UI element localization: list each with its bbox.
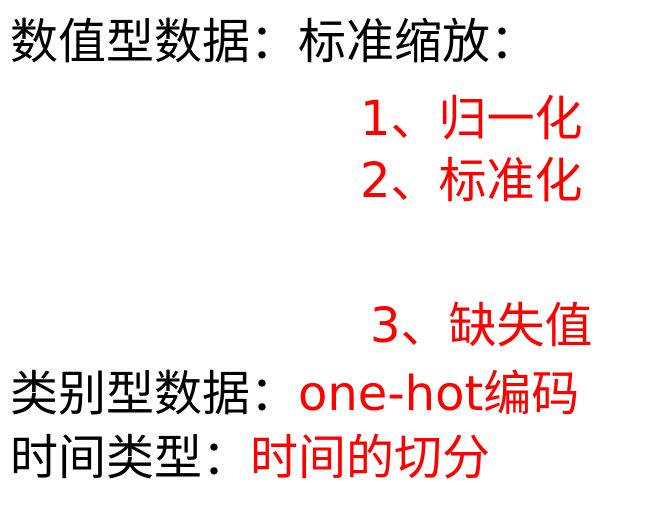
- categorical-data-line: 类别型数据：one-hot编码: [10, 370, 579, 418]
- time-splitting-label: 时间的切分: [250, 430, 491, 486]
- time-type-label: 时间类型：: [10, 430, 251, 486]
- standard-scaling-label: 标准缩放：: [298, 14, 539, 70]
- time-type-line: 时间类型：时间的切分: [10, 434, 490, 482]
- numeric-data-label: 数值型数据：: [10, 14, 299, 70]
- standardization-item: 2、标准化: [360, 153, 583, 209]
- missing-value-item: 3、缺失值: [370, 298, 593, 354]
- categorical-data-label: 类别型数据：: [10, 366, 299, 422]
- one-hot-encoding-label: one-hot编码: [298, 366, 580, 422]
- normalization-item: 1、归一化: [360, 91, 583, 147]
- numeric-data-line: 数值型数据：标准缩放：: [10, 18, 538, 66]
